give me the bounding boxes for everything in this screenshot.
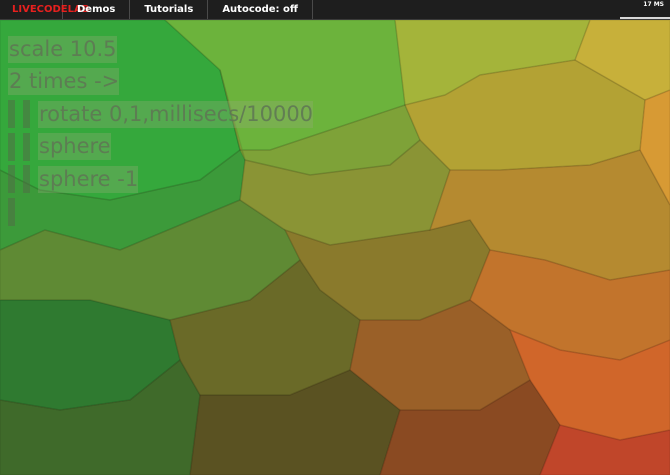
menu-demos[interactable]: Demos [63, 0, 131, 19]
code-line[interactable] [8, 196, 313, 229]
code-line[interactable]: sphere [8, 131, 313, 164]
indent-marker [23, 100, 30, 129]
indent-marker [8, 165, 15, 194]
indent-marker [8, 197, 15, 226]
frame-time-label: 17 MS [643, 1, 664, 8]
top-menu-bar: LIVECODELAB Demos Tutorials Autocode: of… [0, 0, 670, 20]
code-text: 2 times -> [8, 68, 120, 96]
code-text: scale 10.5 [8, 35, 117, 63]
code-editor[interactable]: scale 10.5 2 times -> rotate 0,1,millisecs… [8, 33, 314, 229]
brand-logo[interactable]: LIVECODELAB [0, 0, 89, 19]
code-text: sphere [38, 133, 111, 161]
indent-marker [8, 100, 15, 129]
code-line[interactable]: scale 10.5 [8, 33, 313, 66]
code-text: sphere -1 [38, 165, 139, 193]
indent-marker [23, 165, 30, 194]
code-text: rotate 0,1,millisecs/10000 [38, 100, 314, 128]
code-line[interactable]: rotate 0,1,millisecs/10000 [8, 98, 314, 131]
menu-tutorials[interactable]: Tutorials [130, 0, 209, 19]
code-line[interactable]: sphere -1 [8, 163, 313, 196]
menu-autocode-toggle[interactable]: Autocode: off [208, 0, 314, 19]
frame-time-bar [620, 17, 670, 19]
frame-time-meter: 17 MS [620, 0, 670, 20]
indent-marker [8, 132, 15, 161]
indent-marker [23, 132, 30, 161]
livecodelab-app: LIVECODELAB Demos Tutorials Autocode: of… [0, 0, 670, 475]
code-line[interactable]: 2 times -> [8, 66, 313, 99]
